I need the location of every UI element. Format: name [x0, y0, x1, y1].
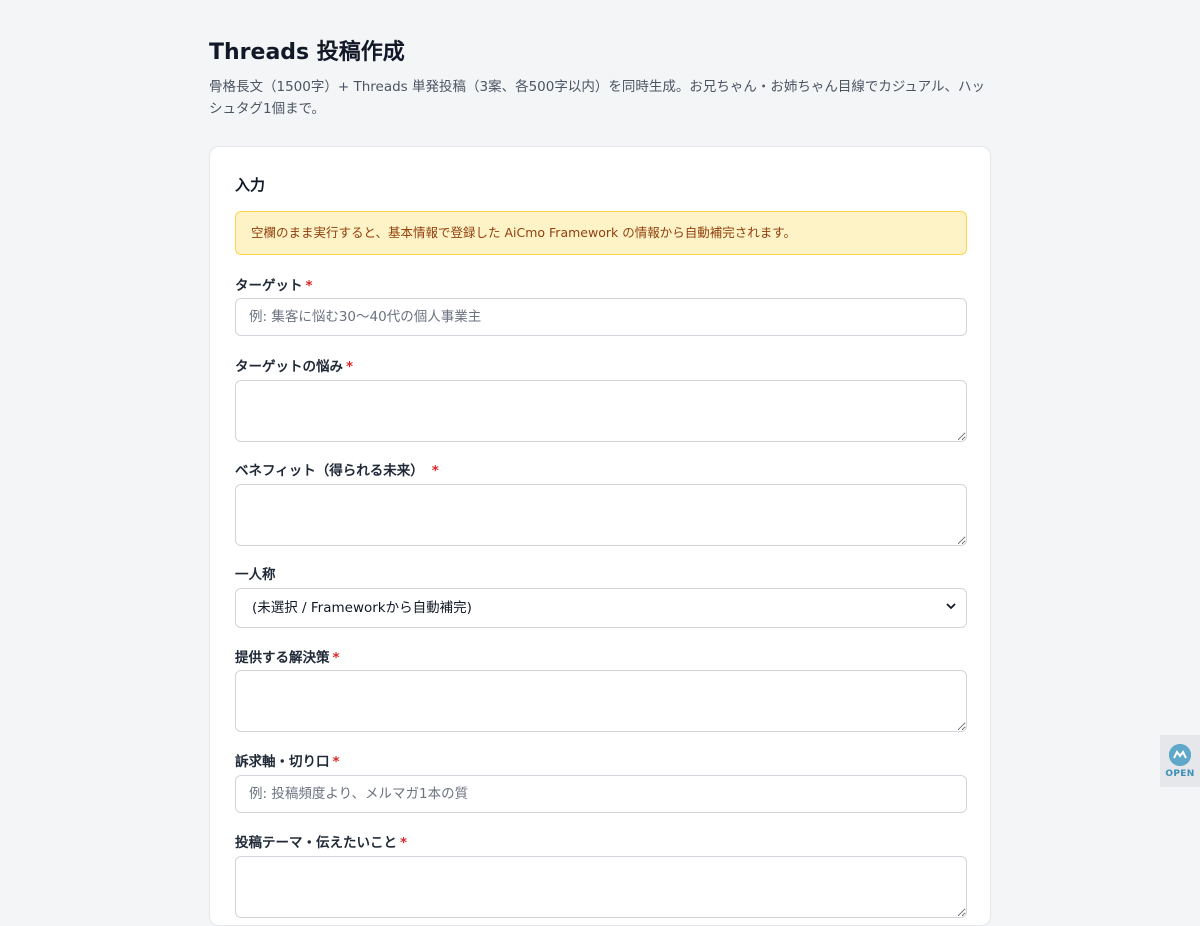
required-mark: * [305, 278, 313, 294]
first-person-select[interactable]: (未選択 / Frameworkから自動補完) [235, 588, 967, 628]
chevron-down-icon [945, 589, 957, 627]
theme-label: 投稿テーマ・伝えたいこと * [235, 831, 407, 851]
theme-textarea[interactable] [235, 856, 967, 918]
input-card: 入力 空欄のまま実行すると、基本情報で登録した AiCmo Framework … [209, 146, 991, 926]
benefit-label: ベネフィット（得られる未来） * [235, 459, 439, 479]
pain-label: ターゲットの悩み * [235, 355, 353, 375]
page-description: 骨格長文（1500字）+ Threads 単発投稿（3案、各500字以内）を同時… [209, 79, 985, 117]
appeal-input[interactable] [235, 775, 967, 813]
theme-label-text: 投稿テーマ・伝えたいこと [235, 835, 397, 851]
chat-bubble-icon [1169, 743, 1191, 766]
open-label: OPEN [1165, 768, 1195, 779]
required-mark: * [431, 463, 439, 479]
page-header: Threads 投稿作成 骨格長文（1500字）+ Threads 単発投稿（3… [209, 38, 991, 120]
pain-textarea[interactable] [235, 380, 967, 442]
solution-label: 提供する解決策 * [235, 646, 340, 666]
appeal-label-text: 訴求軸・切り口 [235, 754, 330, 770]
target-input[interactable] [235, 298, 967, 336]
required-mark: * [332, 650, 340, 666]
target-label: ターゲット * [235, 274, 313, 294]
benefit-label-text: ベネフィット（得られる未来） [235, 463, 424, 479]
required-mark: * [332, 754, 340, 770]
required-mark: * [346, 359, 354, 375]
card-title: 入力 [235, 176, 266, 194]
first-person-selected: (未選択 / Frameworkから自動補完) [252, 600, 472, 616]
first-person-label: 一人称 [235, 567, 276, 583]
pain-label-text: ターゲットの悩み [235, 359, 343, 375]
appeal-label: 訴求軸・切り口 * [235, 750, 340, 770]
target-label-text: ターゲット [235, 278, 303, 294]
required-mark: * [400, 835, 408, 851]
page-title: Threads 投稿作成 [209, 40, 405, 65]
benefit-textarea[interactable] [235, 484, 967, 546]
solution-textarea[interactable] [235, 670, 967, 732]
autofill-notice: 空欄のまま実行すると、基本情報で登録した AiCmo Framework の情報… [235, 211, 967, 255]
open-widget-button[interactable]: OPEN [1160, 735, 1200, 787]
solution-label-text: 提供する解決策 [235, 650, 330, 666]
